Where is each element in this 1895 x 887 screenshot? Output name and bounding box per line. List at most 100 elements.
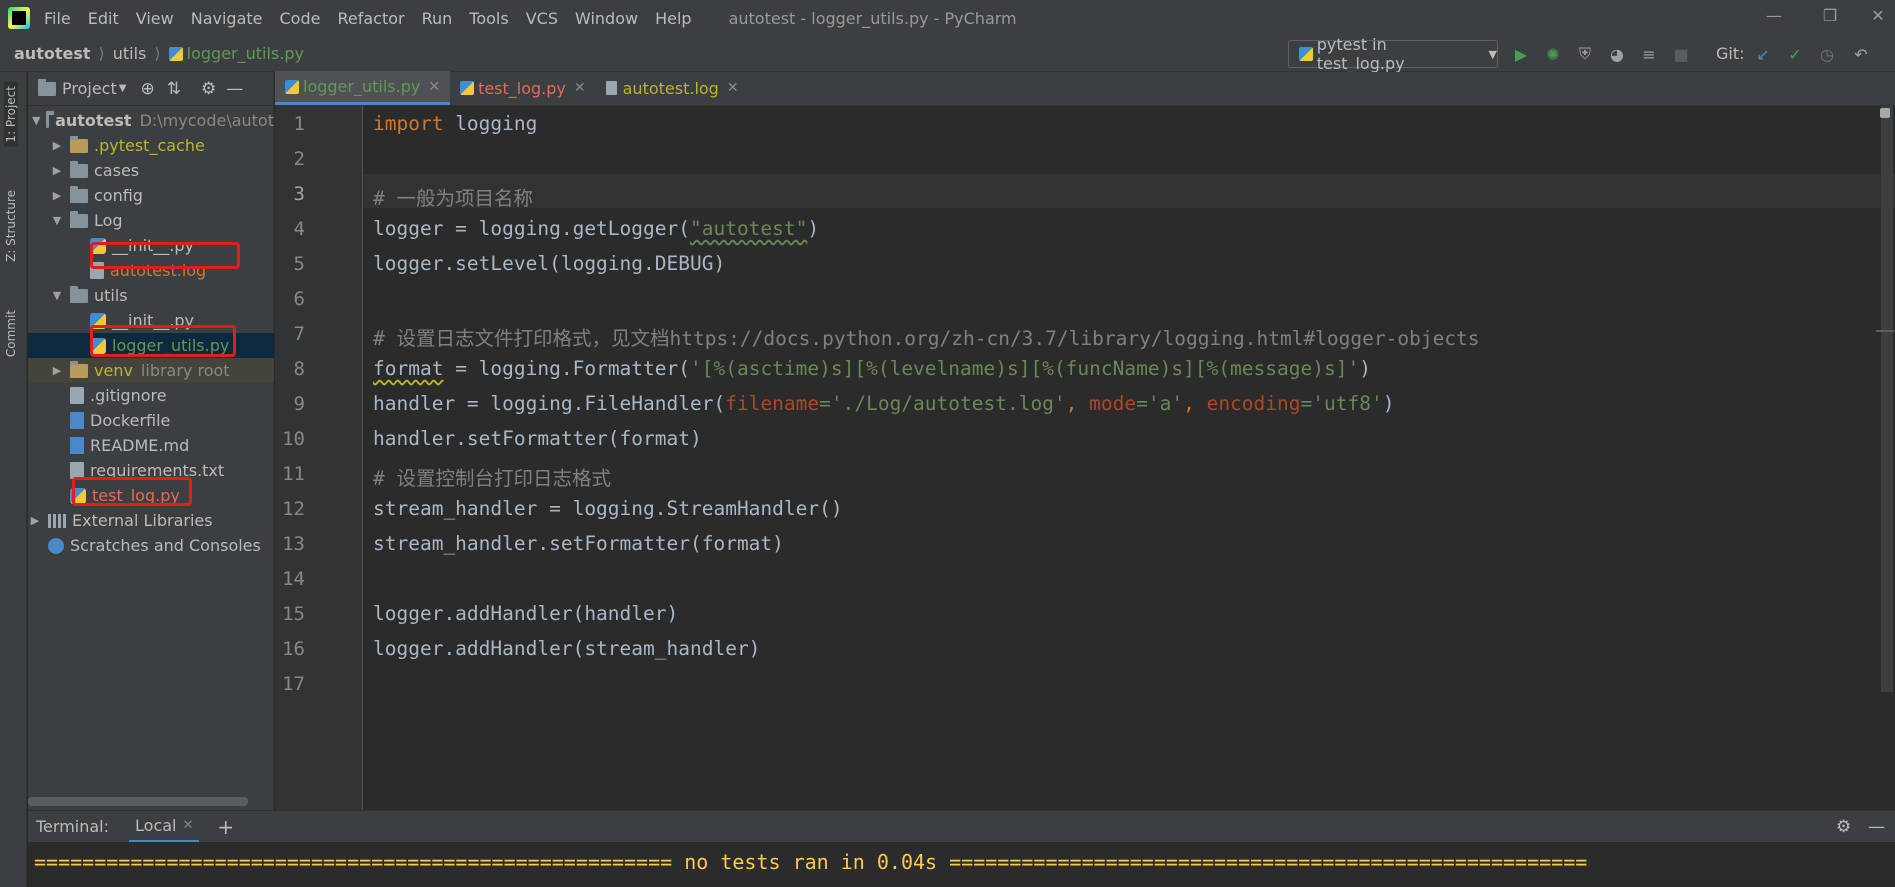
tree-item-label: Log <box>94 211 123 230</box>
editor-vertical-scrollbar[interactable] <box>1881 106 1893 692</box>
param-token: encoding <box>1206 392 1301 415</box>
terminal-body[interactable]: ========================================… <box>28 842 1895 887</box>
git-update-icon[interactable]: ↙ <box>1754 45 1772 64</box>
commit-tool-tab[interactable]: Commit <box>4 310 18 357</box>
menu-navigate[interactable]: Navigate <box>191 9 263 28</box>
line-number: 3 <box>293 183 305 205</box>
close-tab-icon[interactable]: ✕ <box>574 80 586 96</box>
code-line-8: format = logging.Formatter('[%(asctime)s… <box>373 357 1371 380</box>
tree-item-utils[interactable]: ▼ utils <box>28 283 274 308</box>
menu-tools[interactable]: Tools <box>469 9 508 28</box>
collapsed-arrow-icon: ▶ <box>52 189 62 202</box>
docker-file-icon <box>70 412 84 429</box>
tree-item-config[interactable]: ▶ config <box>28 183 274 208</box>
new-terminal-button[interactable]: + <box>217 815 234 839</box>
chevron-down-icon: ▼ <box>1488 47 1497 61</box>
tab-test-log[interactable]: test_log.py ✕ <box>450 71 596 105</box>
rollback-icon[interactable]: ↶ <box>1852 45 1870 64</box>
tree-root-path: D:\mycode\autot <box>139 111 274 130</box>
breadcrumb-project[interactable]: autotest <box>14 44 91 63</box>
debug-icon[interactable]: ✺ <box>1544 45 1562 64</box>
breadcrumb-file[interactable]: logger_utils.py <box>187 44 304 63</box>
code-line-16: logger.addHandler(stream_handler) <box>373 637 761 660</box>
code-token: , <box>1065 392 1090 415</box>
close-tab-icon[interactable]: ✕ <box>182 818 193 833</box>
breadcrumb-folder[interactable]: utils <box>113 44 147 63</box>
tree-item-label: Scratches and Consoles <box>70 536 261 555</box>
close-tab-icon[interactable]: ✕ <box>428 79 440 95</box>
hide-panel-icon[interactable]: — <box>1868 817 1885 837</box>
tree-item-scratches[interactable]: Scratches and Consoles <box>28 533 274 558</box>
python-file-icon <box>285 79 299 94</box>
minimize-icon[interactable]: — <box>1766 8 1782 24</box>
restore-icon[interactable]: ❐ <box>1822 8 1838 24</box>
keyword-token: import <box>373 112 444 135</box>
editor-tab-bar: logger_utils.py ✕ test_log.py ✕ autotest… <box>275 71 1895 106</box>
run-config-label: pytest in test_log.py <box>1316 35 1405 73</box>
collapse-all-icon[interactable]: ⇅ <box>167 79 181 99</box>
tree-item-cases[interactable]: ▶ cases <box>28 158 274 183</box>
project-view-selector[interactable]: Project <box>62 79 117 98</box>
folder-icon <box>70 285 88 303</box>
tree-item-label: External Libraries <box>72 511 213 530</box>
coverage-icon[interactable]: ⛨ <box>1576 44 1594 63</box>
git-commit-icon[interactable]: ✓ <box>1786 45 1804 64</box>
tab-label: test_log.py <box>478 78 566 98</box>
menu-code[interactable]: Code <box>280 9 321 28</box>
code-line-13: stream_handler.setFormatter(format) <box>373 532 784 555</box>
code-editor[interactable]: 1 2 3 4 5 6 7 8 9 10 11 12 13 14 15 16 1… <box>275 106 1895 810</box>
terminal-tab-local[interactable]: Local ✕ <box>129 811 200 843</box>
line-number: 6 <box>293 288 305 310</box>
string-token: ='./Log/autotest.log' <box>819 392 1066 415</box>
inspection-status-icon[interactable] <box>1880 108 1890 118</box>
menu-view[interactable]: View <box>136 9 174 28</box>
menu-refactor[interactable]: Refactor <box>337 9 404 28</box>
code-token: = logging.Formatter( <box>443 357 690 380</box>
structure-tool-tab[interactable]: Z: Structure <box>4 190 18 262</box>
project-panel-header: Project ▼ ⊕ ⇅ ⚙ — <box>28 72 273 106</box>
tree-root[interactable]: ▼ autotest D:\mycode\autot <box>28 108 274 133</box>
project-tool-tab[interactable]: 1: Project <box>4 82 18 147</box>
tree-item-label: cases <box>94 161 140 180</box>
build-icon[interactable]: ≡ <box>1640 45 1658 64</box>
close-window-icon[interactable]: ✕ <box>1870 8 1886 24</box>
param-token: mode <box>1089 392 1137 415</box>
tree-item-label: Dockerfile <box>90 411 171 430</box>
profile-icon[interactable]: ◕ <box>1608 45 1626 64</box>
string-token: ='utf8' <box>1300 392 1383 415</box>
string-token: "autotest" <box>689 217 808 240</box>
tree-item-gitignore[interactable]: .gitignore <box>28 383 274 408</box>
menu-help[interactable]: Help <box>655 9 691 28</box>
tree-item-label: utils <box>94 286 128 305</box>
gear-icon[interactable]: ⚙ <box>201 79 216 99</box>
line-number: 16 <box>282 638 305 660</box>
tree-item-external-libraries[interactable]: ▶ External Libraries <box>28 508 274 533</box>
tree-item-dockerfile[interactable]: Dockerfile <box>28 408 274 433</box>
hide-panel-icon[interactable]: — <box>226 79 243 99</box>
tab-logger-utils[interactable]: logger_utils.py ✕ <box>275 71 451 105</box>
git-history-icon[interactable]: ◷ <box>1818 45 1836 64</box>
folder-icon <box>46 110 54 128</box>
tree-item-venv[interactable]: ▶ venv library root <box>28 358 274 383</box>
tree-item-pytest-cache[interactable]: ▶ .pytest_cache <box>28 133 274 158</box>
locate-icon[interactable]: ⊕ <box>140 79 154 99</box>
menu-file[interactable]: File <box>44 9 71 28</box>
tree-item-readme[interactable]: README.md <box>28 433 274 458</box>
project-horizontal-scrollbar[interactable] <box>28 797 248 806</box>
menu-edit[interactable]: Edit <box>88 9 119 28</box>
line-number: 10 <box>282 428 305 450</box>
folder-icon <box>70 160 88 178</box>
menu-vcs[interactable]: VCS <box>526 9 558 28</box>
menu-run[interactable]: Run <box>422 9 453 28</box>
tab-autotest-log[interactable]: autotest.log ✕ <box>596 71 749 105</box>
run-configuration-dropdown[interactable]: pytest in test_log.py ▼ <box>1288 35 1498 73</box>
tree-item-log[interactable]: ▼ Log <box>28 208 274 233</box>
stop-icon[interactable]: ■ <box>1672 45 1690 64</box>
code-token: ) <box>1382 392 1395 415</box>
gear-icon[interactable]: ⚙ <box>1836 817 1851 837</box>
menu-window[interactable]: Window <box>575 9 638 28</box>
run-icon[interactable]: ▶ <box>1512 45 1530 64</box>
close-tab-icon[interactable]: ✕ <box>727 80 739 96</box>
code-token: ) <box>1359 357 1371 380</box>
tab-label: logger_utils.py <box>303 77 421 96</box>
